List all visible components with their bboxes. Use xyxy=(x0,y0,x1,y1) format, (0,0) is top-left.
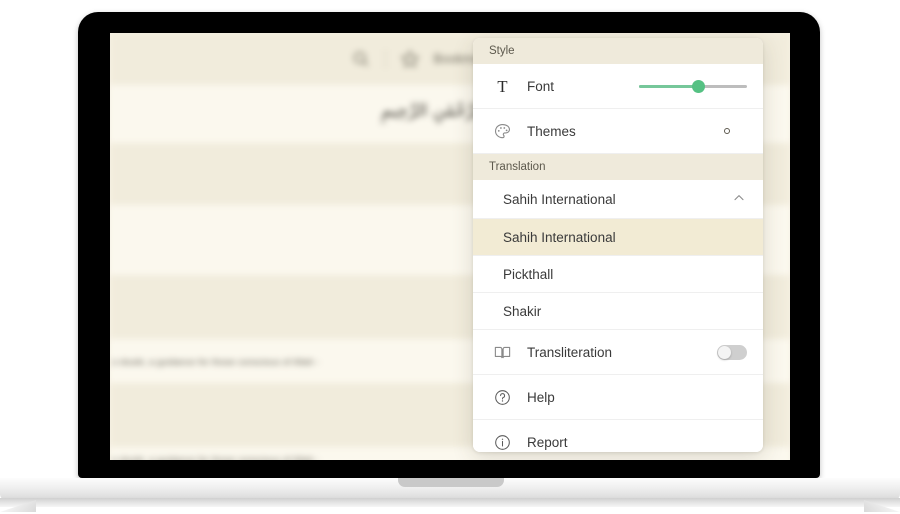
star-icon[interactable] xyxy=(400,49,420,69)
translation-option-shakir[interactable]: Shakir xyxy=(473,293,763,330)
book-icon xyxy=(489,339,515,365)
translation-selector[interactable]: Sahih International xyxy=(473,180,763,219)
slider-fill xyxy=(639,85,698,88)
report-label: Report xyxy=(527,435,747,450)
search-icon[interactable] xyxy=(351,49,371,69)
info-circle-icon xyxy=(489,430,515,453)
laptop-base-notch xyxy=(398,478,504,487)
question-circle-icon xyxy=(489,384,515,410)
translation-option-sahih-international[interactable]: Sahih International xyxy=(473,219,763,256)
themes-label: Themes xyxy=(527,124,724,139)
svg-text:T: T xyxy=(497,77,507,96)
translation-option-label: Sahih International xyxy=(503,230,616,245)
font-size-slider[interactable] xyxy=(639,79,747,93)
slider-thumb[interactable] xyxy=(692,80,705,93)
laptop-screen: Bookmarks بِسْمِ اللَّهِ الرَّحْمَٰنِ ال… xyxy=(110,33,790,460)
theme-option-light[interactable] xyxy=(724,128,730,134)
font-row[interactable]: T Font xyxy=(473,64,763,109)
style-section-header: Style xyxy=(473,38,763,64)
palette-icon xyxy=(489,118,515,144)
theme-option-dark[interactable] xyxy=(743,129,747,133)
chevron-up-icon[interactable] xyxy=(731,190,747,209)
settings-panel: Style T Font xyxy=(473,38,763,452)
translation-option-pickthall[interactable]: Pickthall xyxy=(473,256,763,293)
translation-section-header: Translation xyxy=(473,154,763,180)
laptop-mockup: Bookmarks بِسْمِ اللَّهِ الرَّحْمَٰنِ ال… xyxy=(0,0,900,514)
help-row[interactable]: Help xyxy=(473,375,763,420)
laptop-base-shadow xyxy=(0,498,900,507)
translation-selected-label: Sahih International xyxy=(503,192,731,207)
theme-swatches xyxy=(724,128,747,134)
report-row[interactable]: Report xyxy=(473,420,763,452)
translation-option-label: Shakir xyxy=(503,304,541,319)
transliteration-row[interactable]: Transliteration xyxy=(473,330,763,375)
themes-row[interactable]: Themes xyxy=(473,109,763,154)
verse-3-english: o doubt, a guidance for those conscious … xyxy=(110,455,790,460)
help-label: Help xyxy=(527,390,747,405)
transliteration-toggle[interactable] xyxy=(717,345,747,360)
translation-option-label: Pickthall xyxy=(503,267,553,282)
toolbar-divider xyxy=(385,49,386,69)
font-label: Font xyxy=(527,79,639,94)
transliteration-label: Transliteration xyxy=(527,345,717,360)
toggle-knob xyxy=(718,346,731,359)
text-format-icon: T xyxy=(489,73,515,99)
